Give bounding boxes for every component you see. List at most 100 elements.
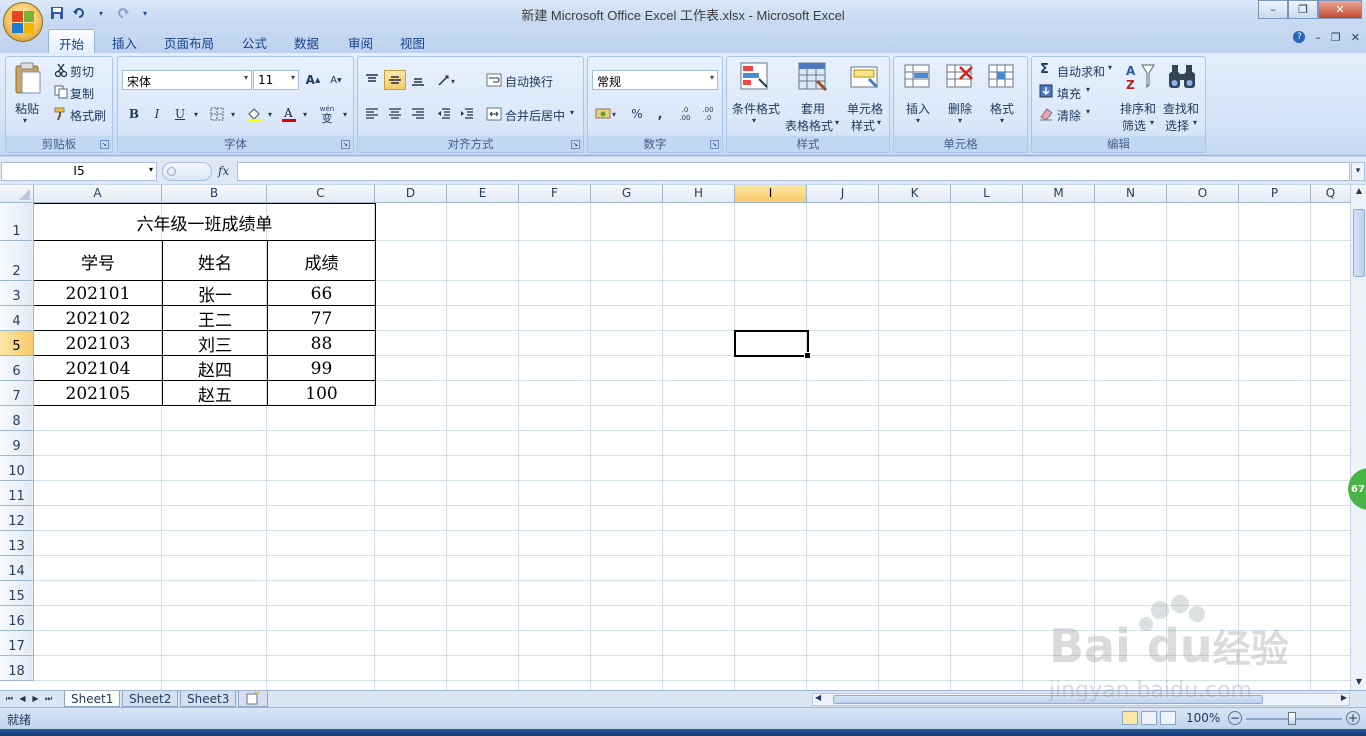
column-header-n[interactable]: N: [1095, 185, 1167, 203]
score-cell[interactable]: 66: [268, 281, 375, 306]
fill-button[interactable]: 填充: [1057, 85, 1081, 102]
column-header-i[interactable]: I: [735, 185, 807, 203]
tab-page-layout[interactable]: 页面布局: [154, 29, 224, 53]
row-header-17[interactable]: 17: [0, 631, 34, 656]
conditional-format-icon[interactable]: [739, 61, 771, 93]
orientation-icon[interactable]: ▾: [433, 70, 463, 90]
font-launcher-icon[interactable]: ↘: [341, 140, 350, 149]
sort-filter-icon[interactable]: AZ: [1124, 61, 1156, 93]
row-header-2[interactable]: 2: [0, 241, 34, 281]
accounting-format-icon[interactable]: ▾: [593, 104, 621, 124]
ribbon-restore-icon[interactable]: ❐: [1331, 31, 1341, 44]
percent-button[interactable]: %: [626, 104, 648, 124]
align-top-icon[interactable]: [361, 70, 383, 90]
score-cell[interactable]: 99: [268, 356, 375, 381]
increase-decimal-button[interactable]: .0 .00: [674, 104, 696, 124]
border-dropdown-icon[interactable]: ▾: [228, 104, 238, 124]
first-sheet-icon[interactable]: ⏮: [4, 692, 15, 706]
column-header-f[interactable]: F: [519, 185, 591, 203]
row-header-13[interactable]: 13: [0, 531, 34, 556]
student-name-cell[interactable]: 张一: [163, 281, 267, 306]
tab-review[interactable]: 审阅: [338, 29, 383, 53]
delete-cells-button[interactable]: 删除: [948, 100, 972, 117]
ribbon-close-icon[interactable]: ✕: [1351, 31, 1360, 44]
table-title[interactable]: 六年级一班成绩单: [34, 204, 375, 241]
align-middle-icon[interactable]: [384, 70, 406, 90]
column-header-p[interactable]: P: [1239, 185, 1311, 203]
vertical-scrollbar[interactable]: ▲ ▼: [1350, 185, 1366, 690]
cell-styles-dropdown-icon[interactable]: ▾: [877, 118, 881, 127]
clear-button[interactable]: 清除: [1057, 107, 1081, 124]
student-id-cell[interactable]: 202103: [34, 331, 162, 356]
scroll-right-icon[interactable]: ▶: [1341, 693, 1347, 702]
comma-button[interactable]: ,: [649, 104, 671, 124]
row-header-16[interactable]: 16: [0, 606, 34, 631]
column-header-k[interactable]: K: [879, 185, 951, 203]
row-header-9[interactable]: 9: [0, 431, 34, 456]
student-id-cell[interactable]: 202104: [34, 356, 162, 381]
sort-filter-label-1[interactable]: 排序和: [1120, 100, 1156, 117]
wrap-text-button[interactable]: 自动换行: [505, 73, 553, 90]
normal-view-icon[interactable]: [1122, 711, 1138, 725]
paste-dropdown-icon[interactable]: ▾: [23, 116, 27, 125]
column-header-j[interactable]: J: [807, 185, 879, 203]
column-header-o[interactable]: O: [1167, 185, 1239, 203]
copy-button[interactable]: 复制: [70, 85, 94, 102]
insert-sheet-icon[interactable]: [238, 691, 268, 707]
row-header-11[interactable]: 11: [0, 481, 34, 506]
insert-dropdown-icon[interactable]: ▾: [916, 116, 920, 125]
column-header-h[interactable]: H: [663, 185, 735, 203]
merge-center-button[interactable]: 合并后居中: [505, 107, 565, 124]
sheet-tab-sheet1[interactable]: Sheet1: [64, 691, 121, 707]
student-name-cell[interactable]: 刘三: [163, 331, 267, 356]
decrease-decimal-button[interactable]: .00 .0: [697, 104, 719, 124]
vertical-scroll-thumb[interactable]: [1353, 209, 1365, 277]
sort-filter-label-2[interactable]: 筛选: [1122, 117, 1146, 134]
format-as-table-dropdown-icon[interactable]: ▾: [835, 118, 839, 127]
format-cells-button[interactable]: 格式: [990, 100, 1014, 117]
page-layout-view-icon[interactable]: [1141, 711, 1157, 725]
clipboard-launcher-icon[interactable]: ↘: [100, 140, 109, 149]
paste-label[interactable]: 粘贴: [15, 100, 39, 117]
conditional-format-dropdown-icon[interactable]: ▾: [752, 116, 756, 125]
column-header-q[interactable]: Q: [1311, 185, 1350, 203]
decrease-indent-icon[interactable]: [433, 104, 455, 124]
fill-dropdown-icon[interactable]: ▾: [1086, 85, 1090, 94]
delete-cells-icon[interactable]: [944, 61, 976, 93]
scroll-down-icon[interactable]: ▼: [1353, 677, 1365, 689]
column-header-d[interactable]: D: [375, 185, 447, 203]
sort-filter-dropdown-icon[interactable]: ▾: [1150, 118, 1154, 127]
student-name-cell[interactable]: 赵四: [163, 356, 267, 381]
expand-formula-bar-icon[interactable]: ▾: [1351, 162, 1365, 181]
row-header-1[interactable]: 1: [0, 203, 34, 241]
zoom-slider-thumb[interactable]: [1288, 712, 1296, 725]
insert-function-button[interactable]: fx: [218, 164, 229, 178]
underline-dropdown-icon[interactable]: ▾: [191, 104, 201, 124]
format-as-table-icon[interactable]: [797, 61, 829, 93]
italic-button[interactable]: I: [146, 104, 168, 124]
row-header-4[interactable]: 4: [0, 306, 34, 331]
row-header-15[interactable]: 15: [0, 581, 34, 606]
phonetic-dropdown-icon[interactable]: ▾: [340, 104, 350, 124]
active-cell-cursor[interactable]: [734, 330, 811, 359]
name-box-dropdown-icon[interactable]: ▾: [149, 165, 153, 174]
tab-home[interactable]: 开始: [48, 29, 96, 53]
sheet-tab-sheet3[interactable]: Sheet3: [180, 691, 237, 707]
tab-data[interactable]: 数据: [284, 29, 329, 53]
paste-icon[interactable]: [12, 61, 44, 95]
zoom-in-icon[interactable]: +: [1346, 711, 1360, 725]
row-header-10[interactable]: 10: [0, 456, 34, 481]
row-header-6[interactable]: 6: [0, 356, 34, 381]
help-icon[interactable]: ?: [1293, 31, 1306, 43]
office-button[interactable]: [3, 2, 43, 42]
row-header-18[interactable]: 18: [0, 656, 34, 681]
column-header-b[interactable]: B: [162, 185, 267, 203]
conditional-format-button[interactable]: 条件格式: [732, 100, 780, 117]
cell-styles-label-2[interactable]: 样式: [851, 117, 875, 134]
scroll-left-icon[interactable]: ◀: [815, 693, 821, 702]
page-break-view-icon[interactable]: [1160, 711, 1176, 725]
align-right-icon[interactable]: [407, 104, 429, 124]
align-left-icon[interactable]: [361, 104, 383, 124]
zoom-out-icon[interactable]: −: [1228, 711, 1242, 725]
font-color-icon[interactable]: A: [278, 104, 300, 124]
